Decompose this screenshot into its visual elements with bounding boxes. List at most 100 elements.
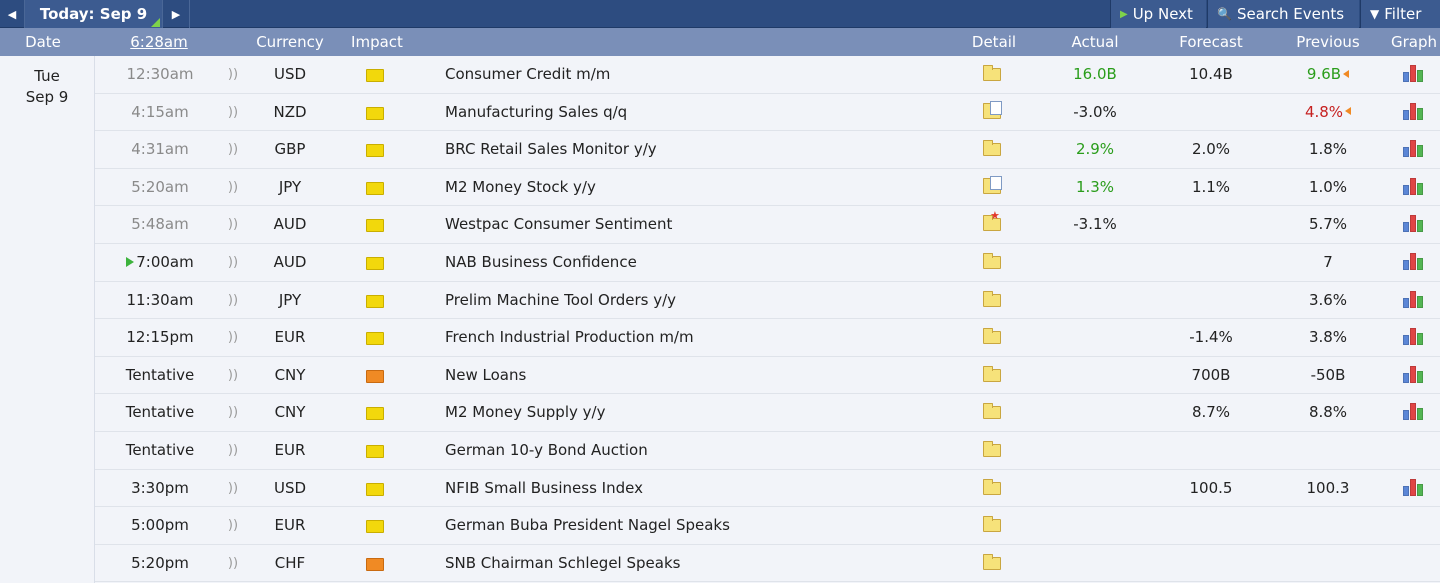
event-title[interactable]: BRC Retail Sales Monitor y/y (445, 131, 915, 168)
event-row[interactable]: 7:00am)) AUD NAB Business Confidence 7 (95, 244, 1440, 282)
sound-alert-icon[interactable]: )) (227, 357, 239, 394)
detail-button[interactable] (983, 545, 1003, 582)
impact-indicator (366, 206, 384, 243)
folder-doc-icon (983, 100, 1002, 119)
current-time-link[interactable]: 6:28am (114, 28, 204, 56)
event-time: Tentative (95, 357, 225, 394)
event-title[interactable]: German 10-y Bond Auction (445, 432, 915, 469)
event-previous: -50B (1288, 357, 1368, 394)
event-row[interactable]: 5:00pm)) EUR German Buba President Nagel S… (95, 507, 1440, 545)
event-title[interactable]: New Loans (445, 357, 915, 394)
event-previous-text: 1.8% (1308, 140, 1348, 159)
event-currency: JPY (278, 290, 302, 309)
event-row[interactable]: 12:15pm)) EUR French Industrial Production… (95, 319, 1440, 357)
column-header-actual: Actual (1071, 33, 1119, 51)
revised-arrow-icon[interactable] (1343, 69, 1350, 78)
event-actual: -3.1% (1073, 215, 1117, 234)
detail-button[interactable] (983, 357, 1003, 394)
event-title[interactable]: Prelim Machine Tool Orders y/y (445, 282, 915, 319)
event-title[interactable]: Manufacturing Sales q/q (445, 94, 915, 131)
event-title[interactable]: M2 Money Supply y/y (445, 394, 915, 431)
detail-button[interactable] (983, 319, 1003, 356)
sound-alert-icon[interactable]: )) (227, 131, 239, 168)
event-previous-text: 8.8% (1308, 403, 1348, 422)
event-row[interactable]: Tentative)) CNY New Loans 700B -50B (95, 356, 1440, 395)
search-events-button[interactable]: 🔍 Search Events (1207, 0, 1359, 28)
event-row[interactable]: 4:15am)) NZD Manufacturing Sales q/q -3.0% 4… (95, 93, 1440, 132)
event-title[interactable]: German Buba President Nagel Speaks (445, 507, 915, 544)
event-title[interactable]: M2 Money Stock y/y (445, 169, 915, 206)
filter-button[interactable]: ▼ Filter (1360, 0, 1440, 28)
event-row[interactable]: 11:30am)) JPY Prelim Machine Tool Orders y… (95, 281, 1440, 320)
sound-alert-icon[interactable]: )) (227, 432, 239, 469)
event-title[interactable]: Consumer Credit m/m (445, 56, 915, 93)
event-actual (1055, 357, 1135, 394)
date-day: Tue (34, 67, 60, 85)
event-actual (1055, 319, 1135, 356)
next-day-arrow-icon[interactable]: ▶ (162, 0, 190, 28)
sound-alert-icon[interactable]: )) (227, 56, 239, 93)
detail-button[interactable] (983, 94, 1003, 131)
today-date-button[interactable]: Today: Sep 9 (24, 0, 162, 28)
event-actual (1055, 282, 1135, 319)
detail-button[interactable] (983, 244, 1003, 281)
sound-alert-icon[interactable]: )) (227, 470, 239, 507)
graph-button[interactable] (1403, 169, 1425, 206)
event-row[interactable]: 3:30pm)) USD NFIB Small Business Index 100.… (95, 469, 1440, 508)
graph-button[interactable] (1403, 319, 1425, 356)
sound-alert-icon[interactable]: )) (227, 282, 239, 319)
event-row[interactable]: 5:20pm)) CHF SNB Chairman Schlegel Speaks (95, 544, 1440, 583)
sound-alert-icon[interactable]: )) (227, 206, 239, 243)
impact-indicator (366, 169, 384, 206)
event-time: 5:48am (95, 206, 225, 243)
graph-button[interactable] (1403, 94, 1425, 131)
graph-button[interactable] (1403, 394, 1425, 431)
event-title[interactable]: NAB Business Confidence (445, 244, 915, 281)
event-title[interactable]: Westpac Consumer Sentiment (445, 206, 915, 243)
revised-arrow-icon[interactable] (1345, 107, 1352, 116)
event-row[interactable]: 12:30am)) USD Consumer Credit m/m 16.0B 10.4… (95, 56, 1440, 94)
detail-button[interactable] (983, 470, 1003, 507)
up-next-marker-icon (126, 256, 135, 267)
search-events-label: Search Events (1236, 5, 1345, 23)
folder-star-icon (983, 210, 1001, 232)
graph-button[interactable] (1403, 131, 1425, 168)
event-title[interactable]: SNB Chairman Schlegel Speaks (445, 545, 915, 582)
event-row[interactable]: 4:31am)) GBP BRC Retail Sales Monitor y/y 2… (95, 131, 1440, 169)
event-title[interactable]: NFIB Small Business Index (445, 470, 915, 507)
impact-indicator (366, 282, 384, 319)
event-row[interactable]: Tentative)) CNY M2 Money Supply y/y 8.7% 8.8… (95, 394, 1440, 432)
event-row[interactable]: 5:48am)) AUD Westpac Consumer Sentiment -3.… (95, 206, 1440, 244)
sound-alert-icon[interactable]: )) (227, 94, 239, 131)
graph-button[interactable] (1403, 56, 1425, 93)
event-previous: 1.8% (1288, 131, 1368, 168)
detail-button[interactable] (983, 206, 1003, 243)
sound-alert-icon[interactable]: )) (227, 394, 239, 431)
event-title[interactable]: French Industrial Production m/m (445, 319, 915, 356)
column-header-forecast: Forecast (1179, 33, 1243, 51)
sound-alert-icon[interactable]: )) (227, 244, 239, 281)
up-next-button[interactable]: ▶ Up Next (1110, 0, 1206, 28)
graph-button[interactable] (1403, 206, 1425, 243)
graph-button[interactable] (1403, 357, 1425, 394)
event-currency: EUR (274, 328, 306, 347)
event-row[interactable]: Tentative)) EUR German 10-y Bond Auction (95, 432, 1440, 470)
previous-day-arrow-icon[interactable]: ◀ (0, 0, 24, 28)
graph-button[interactable] (1403, 244, 1425, 281)
sound-alert-icon[interactable]: )) (227, 169, 239, 206)
impact-folder-icon (366, 445, 384, 458)
detail-button[interactable] (983, 169, 1003, 206)
detail-button[interactable] (983, 432, 1003, 469)
detail-button[interactable] (983, 131, 1003, 168)
graph-button[interactable] (1403, 282, 1425, 319)
detail-button[interactable] (983, 394, 1003, 431)
graph-button[interactable] (1403, 470, 1425, 507)
event-row[interactable]: 5:20am)) JPY M2 Money Stock y/y 1.3% 1.1% 1.0… (95, 168, 1440, 207)
sound-alert-icon[interactable]: )) (227, 507, 239, 544)
detail-button[interactable] (983, 507, 1003, 544)
sound-alert-icon[interactable]: )) (227, 545, 239, 582)
detail-button[interactable] (983, 56, 1003, 93)
detail-button[interactable] (983, 282, 1003, 319)
event-time: 12:15pm (95, 319, 225, 356)
sound-alert-icon[interactable]: )) (227, 319, 239, 356)
